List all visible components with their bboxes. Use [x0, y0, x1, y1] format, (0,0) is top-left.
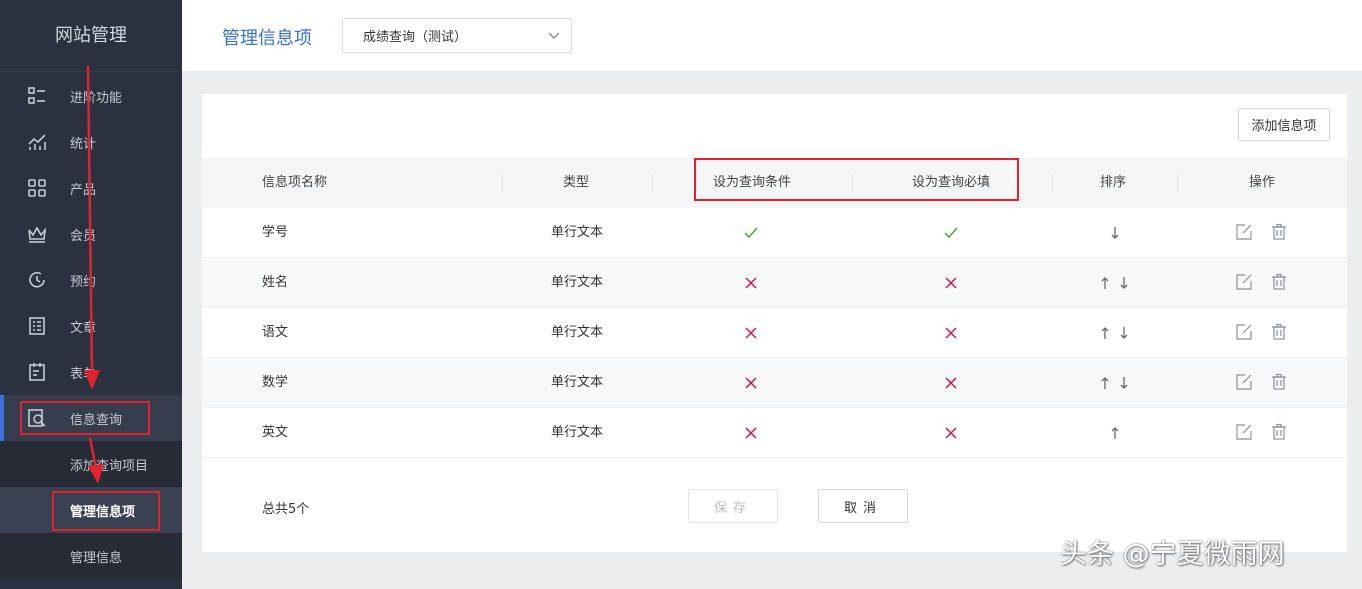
cross-icon	[745, 277, 757, 289]
sidebar-item-articles[interactable]: 文章	[0, 303, 182, 349]
annotation-box-manage-items	[52, 491, 160, 531]
cross-icon	[945, 327, 957, 339]
arrow-down-icon[interactable]	[1117, 274, 1131, 292]
active-indicator	[0, 395, 4, 441]
table-row: 语文 单行文本	[202, 308, 1347, 358]
add-info-item-button[interactable]: 添加信息项	[1238, 108, 1330, 141]
row-type: 单行文本	[551, 225, 604, 240]
column-header-name: 信息项名称	[262, 175, 328, 190]
column-divider	[1052, 174, 1053, 192]
clock-icon	[26, 269, 48, 291]
arrow-down-icon[interactable]	[1117, 324, 1131, 342]
crown-icon	[26, 223, 48, 245]
cross-icon	[745, 427, 757, 439]
sidebar-item-label: 进阶功能	[70, 90, 123, 106]
document-icon	[26, 315, 48, 337]
list-icon	[26, 85, 48, 107]
watermark: 头条 @宁夏微雨网	[1060, 539, 1285, 570]
row-name: 语文	[262, 325, 289, 340]
arrow-down-icon[interactable]	[1117, 374, 1131, 392]
edit-icon[interactable]	[1235, 223, 1253, 241]
grid-icon	[26, 177, 48, 199]
edit-icon[interactable]	[1235, 323, 1253, 341]
chevron-down-icon	[548, 32, 560, 39]
row-type: 单行文本	[551, 375, 604, 390]
column-divider	[1177, 174, 1178, 192]
cross-icon	[745, 327, 757, 339]
check-icon	[944, 227, 958, 239]
sidebar-item-label: 表单	[70, 366, 97, 382]
edit-icon[interactable]	[1235, 373, 1253, 391]
row-name: 数学	[262, 375, 289, 390]
delete-icon[interactable]	[1270, 273, 1288, 291]
topbar: 管理信息项 成绩查询（测试）	[182, 0, 1362, 72]
sidebar-item-advanced[interactable]: 进阶功能	[0, 73, 182, 119]
sidebar-item-products[interactable]: 产品	[0, 165, 182, 211]
row-type: 单行文本	[551, 275, 604, 290]
sidebar-item-label: 预约	[70, 274, 97, 290]
cross-icon	[945, 377, 957, 389]
arrow-up-icon[interactable]	[1108, 424, 1122, 442]
sidebar-item-label: 会员	[70, 228, 97, 244]
cancel-button[interactable]: 取消	[818, 489, 908, 523]
cross-icon	[745, 377, 757, 389]
column-header-actions: 操作	[1249, 175, 1276, 190]
arrow-up-icon[interactable]	[1098, 324, 1112, 342]
check-icon	[744, 227, 758, 239]
sidebar-item-label: 产品	[70, 182, 97, 198]
sidebar-item-booking[interactable]: 预约	[0, 257, 182, 303]
table-row: 姓名 单行文本	[202, 258, 1347, 308]
query-select[interactable]: 成绩查询（测试）	[342, 18, 572, 53]
table-row: 学号 单行文本	[202, 208, 1347, 258]
table-row: 英文 单行文本	[202, 408, 1347, 458]
arrow-up-icon[interactable]	[1098, 274, 1112, 292]
cross-icon	[945, 277, 957, 289]
delete-icon[interactable]	[1270, 323, 1288, 341]
annotation-box-info-query	[20, 401, 150, 435]
column-header-sort: 排序	[1100, 175, 1127, 190]
subitem-add-query-item[interactable]: 添加查询项目	[0, 441, 182, 487]
edit-icon[interactable]	[1235, 423, 1253, 441]
row-type: 单行文本	[551, 325, 604, 340]
select-value: 成绩查询（测试）	[363, 30, 468, 45]
sidebar-item-forms[interactable]: 表单	[0, 349, 182, 395]
subitem-manage-info[interactable]: 管理信息	[0, 533, 182, 579]
arrow-down-icon[interactable]	[1108, 224, 1122, 242]
column-header-type: 类型	[563, 175, 590, 190]
table-row: 数学 单行文本	[202, 358, 1347, 408]
sidebar-item-stats[interactable]: 统计	[0, 119, 182, 165]
column-divider	[652, 174, 653, 192]
chart-icon	[26, 131, 48, 153]
arrow-up-icon[interactable]	[1098, 374, 1112, 392]
row-name: 姓名	[262, 275, 289, 290]
total-count: 总共5个	[262, 502, 310, 517]
cross-icon	[945, 427, 957, 439]
save-button[interactable]: 保存	[688, 489, 778, 523]
delete-icon[interactable]	[1270, 423, 1288, 441]
row-name: 英文	[262, 425, 289, 440]
delete-icon[interactable]	[1270, 223, 1288, 241]
edit-icon[interactable]	[1235, 273, 1253, 291]
sidebar-item-label: 统计	[70, 136, 97, 152]
sidebar-item-members[interactable]: 会员	[0, 211, 182, 257]
annotation-box-query-columns	[694, 158, 1019, 201]
delete-icon[interactable]	[1270, 373, 1288, 391]
column-divider	[502, 174, 503, 192]
row-name: 学号	[262, 225, 289, 240]
clipboard-icon	[26, 361, 48, 383]
brand-title: 网站管理	[0, 0, 182, 72]
sidebar-item-label: 文章	[70, 320, 97, 336]
page-title: 管理信息项	[222, 28, 312, 49]
row-type: 单行文本	[551, 425, 604, 440]
